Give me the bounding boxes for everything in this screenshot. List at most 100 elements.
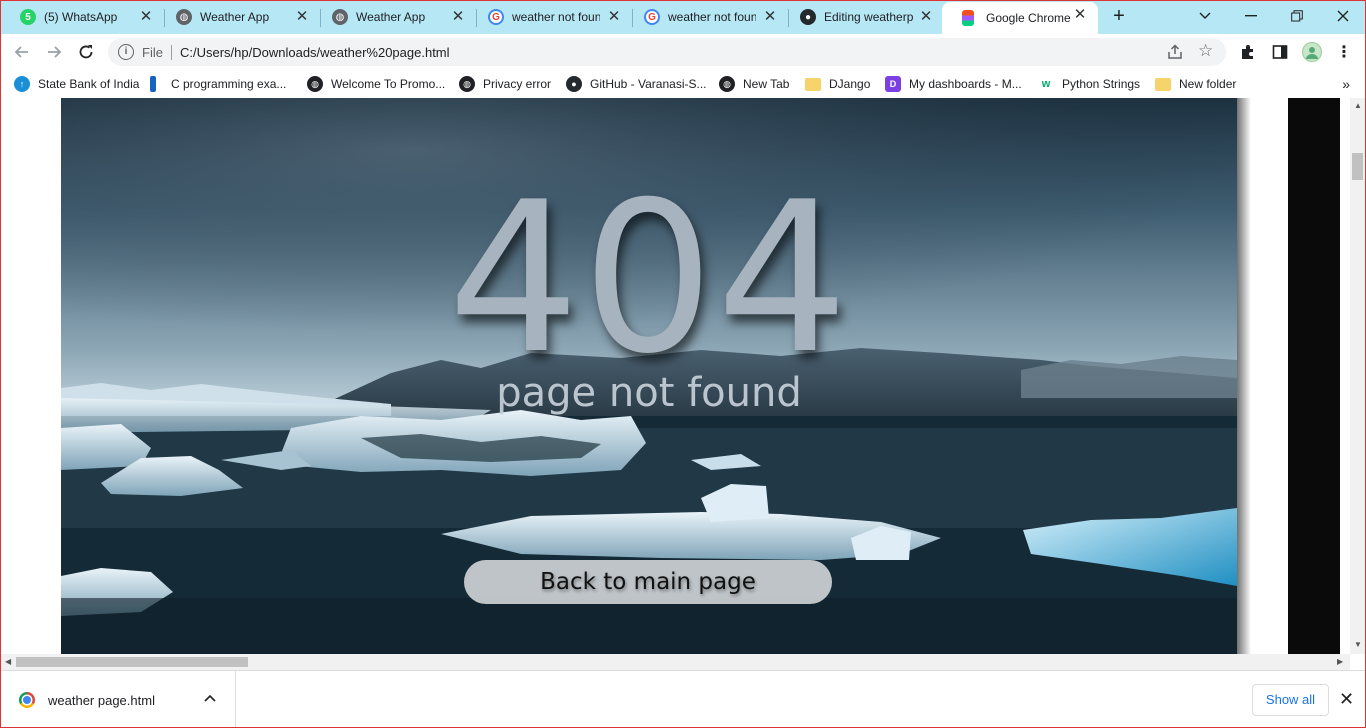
tab-title: (5) WhatsApp (44, 10, 118, 24)
bookmark-label: New Tab (743, 77, 790, 91)
show-all-button[interactable]: Show all (1252, 684, 1329, 716)
whatsapp-icon: 5 (20, 9, 36, 25)
puzzle-icon (1242, 45, 1253, 59)
tab-whatsapp[interactable]: 5 (5) WhatsApp ✕ (0, 4, 164, 30)
tab-google-search-2[interactable]: G weather not found ✕ (624, 4, 788, 30)
close-icon[interactable]: ✕ (918, 9, 934, 25)
forward-button[interactable] (42, 40, 66, 64)
bookmark-label: New folder (1179, 77, 1237, 91)
bookmark-label: Python Strings (1062, 77, 1141, 91)
tab-weather-app-1[interactable]: ◍ Weather App ✕ (156, 4, 320, 30)
url-text[interactable]: C:/Users/hp/Downloads/weather%20page.htm… (180, 45, 450, 60)
kebab-menu-icon: ⋮ (1336, 44, 1352, 61)
arrow-left-icon (14, 46, 28, 58)
bookmark-label: Privacy error (483, 77, 552, 91)
tab-active[interactable]: Google Chrome ✕ (942, 2, 1098, 34)
google-icon: G (644, 9, 660, 25)
scroll-down-arrow-icon[interactable]: ▼ (1354, 640, 1362, 649)
sbi-icon: ↑ (14, 76, 30, 92)
bookmark-label: My dashboards - M... (909, 77, 1022, 91)
extensions-button[interactable] (1238, 42, 1258, 62)
bookmark-dashboards[interactable]: D My dashboards - M... (885, 76, 1022, 92)
figma-icon (962, 10, 974, 26)
right-dark-panel (1288, 98, 1340, 654)
bookmark-c-programming[interactable]: C programming exa... (150, 76, 286, 92)
horizontal-scroll-thumb[interactable] (16, 657, 248, 667)
globe-icon: ◍ (459, 76, 475, 92)
vertical-scrollbar[interactable]: ▲ ▼ (1350, 98, 1365, 654)
chrome-icon (19, 692, 35, 708)
close-icon[interactable]: ✕ (294, 9, 310, 25)
tab-title: weather not found (668, 10, 756, 24)
scroll-right-arrow-icon[interactable]: ▶ (1337, 657, 1343, 666)
bookmarks-bar: ↑ State Bank of India C programming exa.… (0, 70, 1366, 98)
tab-github-editing[interactable]: ● Editing weatherp ✕ (780, 4, 944, 30)
bookmark-django[interactable]: DJango (805, 76, 870, 92)
tab-strip: 5 (5) WhatsApp ✕ ◍ Weather App ✕ ◍ Weath… (0, 0, 1366, 34)
close-icon[interactable]: ✕ (450, 9, 466, 25)
profile-avatar[interactable] (1302, 42, 1322, 62)
divider (171, 45, 172, 60)
back-to-main-page-button[interactable]: Back to main page (464, 560, 832, 604)
bookmark-github[interactable]: ● GitHub - Varanasi-S... (566, 76, 706, 92)
minimize-button[interactable] (1228, 4, 1274, 28)
bookmark-label: C programming exa... (171, 77, 287, 91)
download-bar: weather page.html Show all ✕ (0, 670, 1366, 728)
restore-icon (1291, 10, 1303, 22)
info-icon[interactable]: i (118, 44, 134, 60)
chevron-double-right-icon[interactable]: » (1342, 76, 1350, 92)
tab-search-button[interactable] (1182, 4, 1228, 28)
tab-google-search-1[interactable]: G weather not found ✕ (468, 4, 632, 30)
scroll-left-arrow-icon[interactable]: ◀ (5, 657, 11, 666)
chevron-up-icon[interactable] (204, 691, 216, 705)
scroll-up-arrow-icon[interactable]: ▲ (1354, 101, 1362, 110)
tab-title: Weather App (200, 10, 270, 24)
tab-title: Google Chrome (986, 11, 1071, 25)
bookmark-new-folder[interactable]: New folder (1155, 76, 1236, 92)
page-viewport: 404 page not found Back to main page (1, 98, 1350, 654)
tab-title: Weather App (356, 10, 426, 24)
bookmark-label: GitHub - Varanasi-S... (590, 77, 707, 91)
toolbar: i File C:/Users/hp/Downloads/weather%20p… (0, 34, 1366, 70)
bookmark-label: Welcome To Promo... (331, 77, 446, 91)
close-icon[interactable]: ✕ (762, 9, 778, 25)
menu-button[interactable]: ⋮ (1334, 42, 1354, 62)
bookmark-state-bank[interactable]: ↑ State Bank of India (14, 76, 139, 92)
chevron-down-icon (1199, 12, 1211, 19)
close-window-button[interactable] (1320, 4, 1366, 28)
tab-weather-app-2[interactable]: ◍ Weather App ✕ (312, 4, 476, 30)
reload-button[interactable] (74, 40, 98, 64)
close-icon[interactable]: ✕ (138, 9, 154, 25)
restore-button[interactable] (1274, 4, 1320, 28)
bookmark-new-tab[interactable]: ◍ New Tab (719, 76, 789, 92)
arrow-right-icon (48, 46, 62, 58)
globe-icon: ◍ (719, 76, 735, 92)
folder-icon (1155, 77, 1171, 91)
tab-title: Editing weatherp (824, 10, 914, 24)
github-icon: ● (800, 9, 816, 25)
vertical-scroll-thumb[interactable] (1352, 153, 1363, 180)
close-icon[interactable]: ✕ (1339, 689, 1354, 710)
star-icon[interactable]: ☆ (1198, 41, 1213, 61)
scheme-label: File (142, 45, 163, 60)
close-icon[interactable]: ✕ (606, 9, 622, 25)
horizontal-scrollbar[interactable]: ◀ ▶ (1, 654, 1350, 670)
share-icon[interactable] (1166, 43, 1184, 61)
close-icon (1337, 10, 1349, 22)
folder-icon (805, 77, 821, 91)
download-file-name: weather page.html (48, 693, 155, 708)
download-item[interactable]: weather page.html (0, 671, 236, 728)
globe-icon: ◍ (176, 9, 192, 25)
back-button[interactable] (10, 40, 34, 64)
bookmark-python-strings[interactable]: w Python Strings (1038, 76, 1140, 92)
new-tab-button[interactable]: + (1108, 6, 1130, 28)
bookmark-privacy-error[interactable]: ◍ Privacy error (459, 76, 551, 92)
bookmark-icon (150, 76, 156, 92)
address-bar[interactable]: i File C:/Users/hp/Downloads/weather%20p… (108, 38, 1226, 66)
tab-title: weather not found (512, 10, 600, 24)
bookmark-welcome[interactable]: ◍ Welcome To Promo... (307, 76, 445, 92)
minimize-icon (1245, 15, 1257, 17)
side-panel-button[interactable] (1270, 42, 1290, 62)
close-icon[interactable]: ✕ (1072, 7, 1088, 23)
w3-icon: w (1038, 76, 1054, 92)
